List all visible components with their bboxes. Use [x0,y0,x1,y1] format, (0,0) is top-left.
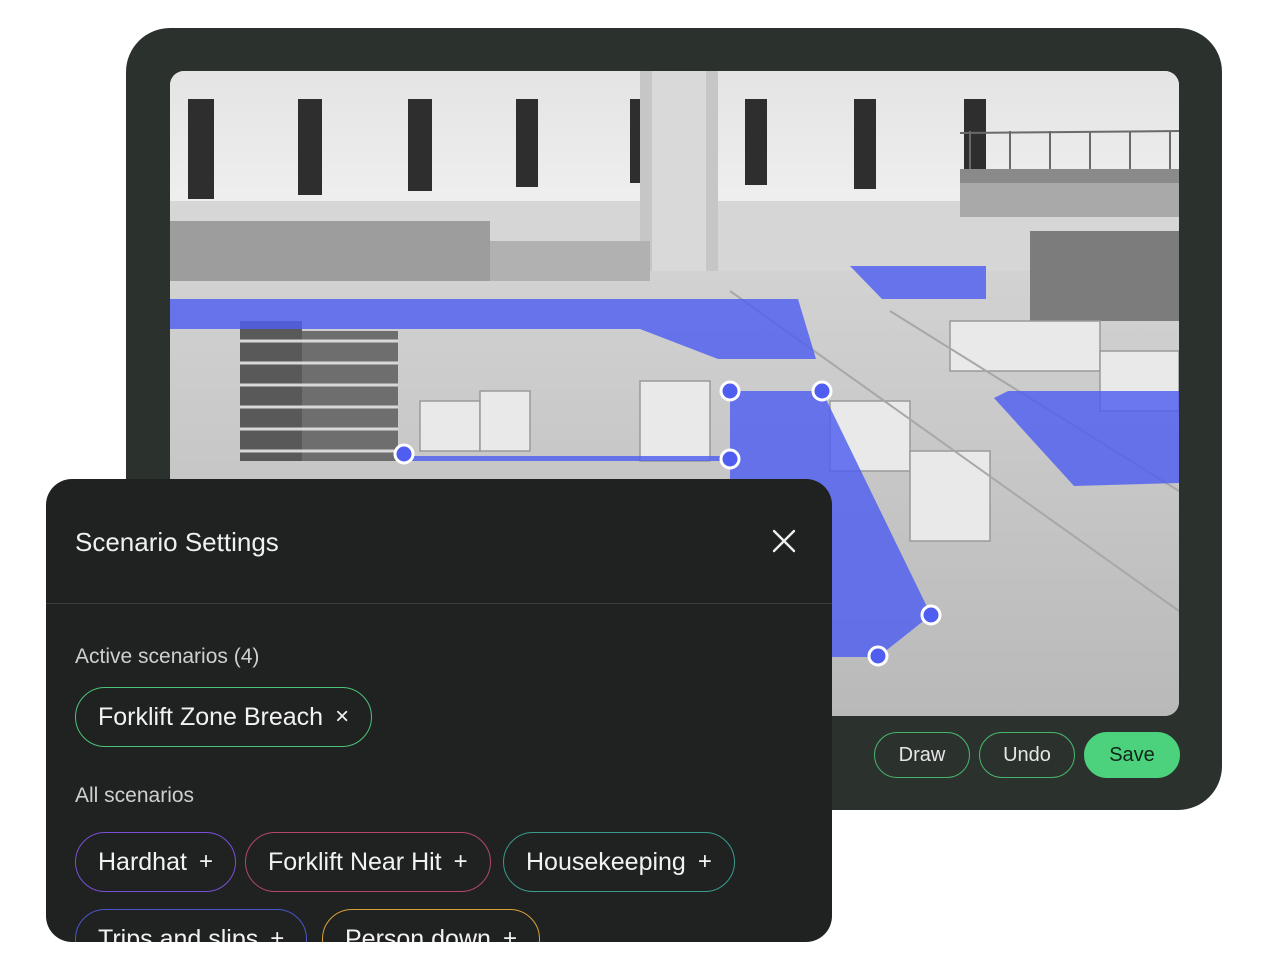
chip-label: Hardhat [98,847,187,876]
chip-person-down[interactable]: Person down + [322,909,540,942]
zone-handle [920,604,942,626]
all-scenarios-label: All scenarios [75,784,195,807]
close-icon [772,529,796,553]
plus-icon[interactable]: + [454,848,468,876]
zone-handle [867,645,889,667]
remove-icon[interactable]: × [335,703,349,731]
panel-title: Scenario Settings [75,527,279,557]
zone-handle [811,380,833,402]
draw-button[interactable]: Draw [874,732,970,778]
close-button[interactable] [768,525,800,557]
plus-icon[interactable]: + [270,925,284,942]
chip-forklift-near-hit[interactable]: Forklift Near Hit + [245,832,491,892]
chip-label: Trips and slips [98,924,259,943]
chip-forklift-zone-breach[interactable]: Forklift Zone Breach × [75,687,373,747]
plus-icon[interactable]: + [698,848,712,876]
scenario-settings-panel: Scenario Settings Active scenarios (4) F… [46,479,832,942]
undo-button[interactable]: Undo [979,732,1075,778]
panel-divider [46,603,832,604]
chip-hardhat[interactable]: Hardhat + [75,832,236,892]
chip-label: Forklift Near Hit [268,847,442,876]
chip-label: Person down [345,924,491,943]
plus-icon[interactable]: + [503,925,517,942]
chip-label: Forklift Zone Breach [98,702,324,731]
save-button[interactable]: Save [1084,732,1180,778]
chip-trips-and-slips[interactable]: Trips and slips + [75,909,308,943]
chip-housekeeping[interactable]: Housekeeping + [503,832,735,892]
zone-handle [719,448,741,470]
zone-handle [393,443,415,465]
zone-handle [719,380,741,402]
chip-label: Housekeeping [526,847,686,876]
plus-icon[interactable]: + [199,848,213,876]
active-scenarios-label: Active scenarios (4) [75,645,260,668]
